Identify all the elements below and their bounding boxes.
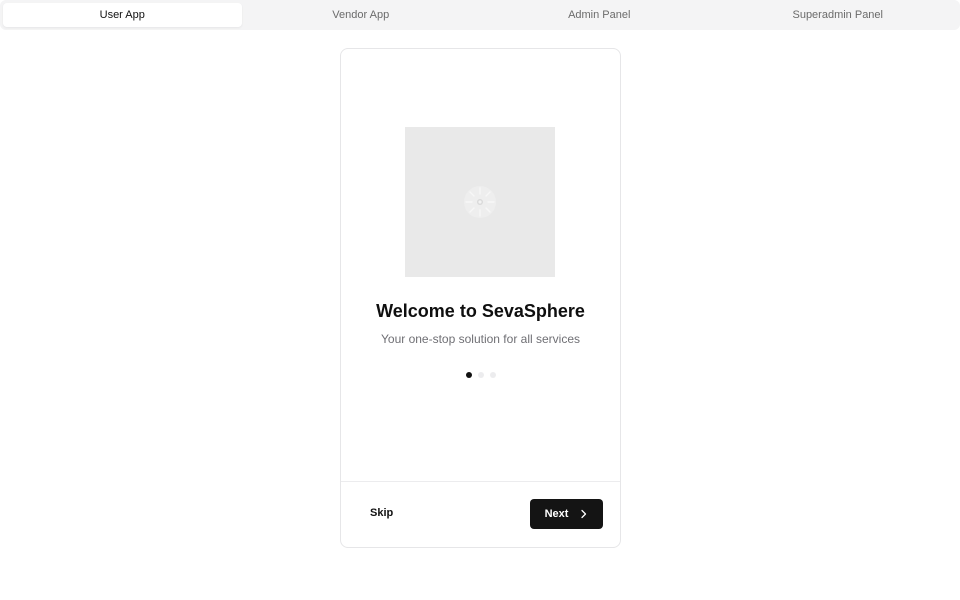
tab-user-app[interactable]: User App [3, 3, 242, 27]
onboarding-subtitle: Your one-stop solution for all services [381, 332, 580, 346]
next-button-label: Next [544, 508, 569, 520]
tab-vendor-app[interactable]: Vendor App [242, 3, 481, 27]
pagination-dot-3[interactable] [489, 372, 496, 378]
app-tabs: User App Vendor App Admin Panel Superadm… [0, 0, 960, 30]
onboarding-image-placeholder [405, 127, 555, 277]
onboarding-card: Welcome to SevaSphere Your one-stop solu… [340, 48, 621, 548]
skip-button[interactable]: Skip [370, 507, 393, 519]
chevron-right-icon [581, 509, 587, 519]
loading-spinner-icon [464, 186, 496, 218]
onboarding-title: Welcome to SevaSphere [376, 301, 585, 321]
tab-admin-panel[interactable]: Admin Panel [480, 3, 719, 27]
tab-superadmin-panel[interactable]: Superadmin Panel [719, 3, 958, 27]
footer-divider [341, 481, 620, 482]
pagination-dot-1[interactable] [465, 372, 472, 378]
pagination-dot-2[interactable] [477, 372, 484, 378]
next-button[interactable]: Next [530, 499, 603, 529]
pagination-dots [341, 372, 620, 378]
